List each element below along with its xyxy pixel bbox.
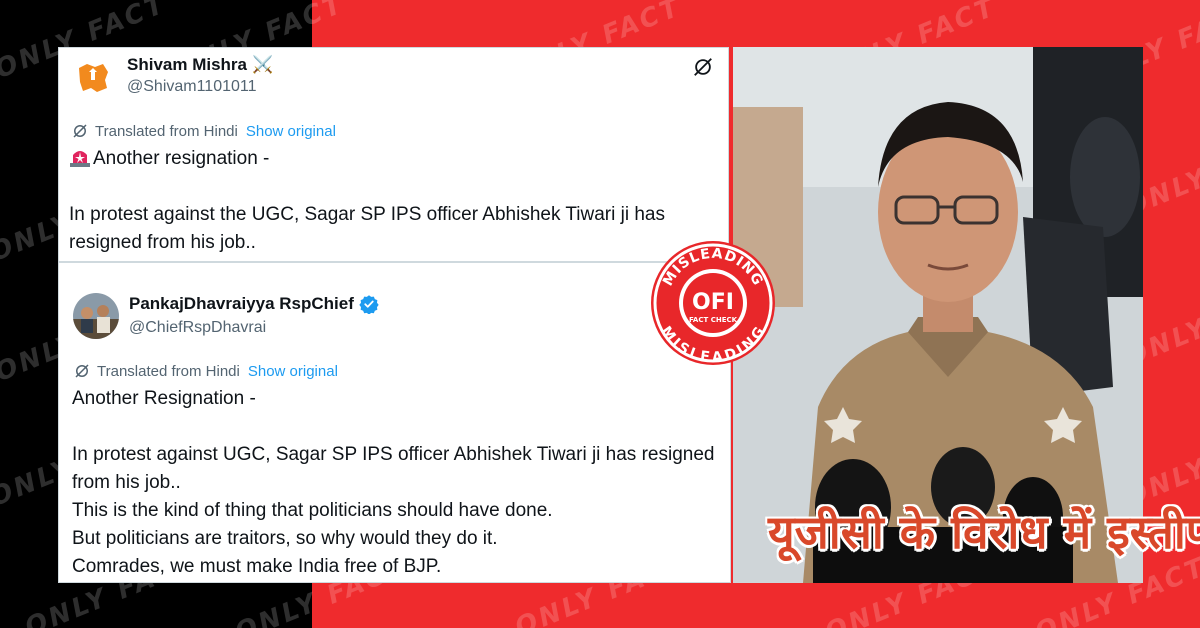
tweet-lead: Another resignation - (93, 148, 270, 169)
display-name[interactable]: Shivam Mishra (127, 55, 247, 75)
show-original-link[interactable]: Show original (248, 363, 338, 380)
tweet-card: Shivam Mishra ⚔️ @Shivam1101011 Translat… (58, 47, 729, 281)
translated-notice: Translated from Hindi Show original (73, 362, 338, 380)
swords-emoji: ⚔️ (252, 55, 274, 74)
translated-notice: Translated from Hindi Show original (71, 122, 336, 140)
user-handle[interactable]: @ChiefRspDhavrai (129, 319, 266, 337)
avatar[interactable] (73, 58, 113, 98)
tweet-header: Shivam Mishra ⚔️ @Shivam1101011 (59, 48, 728, 108)
stamp-logo: OFI (692, 290, 734, 315)
rotating-light-icon (70, 151, 90, 167)
verified-badge-icon (359, 295, 379, 314)
grok-icon (73, 124, 87, 138)
tweet-card: PankajDhavraiyya RspChief @ChiefRspDhavr… (58, 262, 731, 583)
display-name[interactable]: PankajDhavraiyya RspChief (129, 294, 354, 314)
avatar[interactable] (73, 293, 119, 339)
stamp-subtitle: FACT CHECK (689, 316, 738, 324)
translated-label: Translated from Hindi (95, 122, 238, 140)
translated-label: Translated from Hindi (97, 362, 240, 380)
user-handle[interactable]: @Shivam1101011 (127, 78, 257, 96)
misleading-stamp: MISLEADING OFI FACT CHECK MISLEADING (651, 241, 775, 366)
name-row: PankajDhavraiyya RspChief (129, 294, 379, 314)
tweet-text: Another Resignation - In protest against… (72, 388, 715, 577)
name-row: Shivam Mishra ⚔️ (127, 55, 273, 75)
grok-icon (75, 364, 89, 378)
grok-icon[interactable] (692, 56, 714, 78)
show-original-link[interactable]: Show original (246, 123, 336, 140)
photo-caption: यूजीसी के विरोध में इस्तीफा (768, 505, 1200, 559)
